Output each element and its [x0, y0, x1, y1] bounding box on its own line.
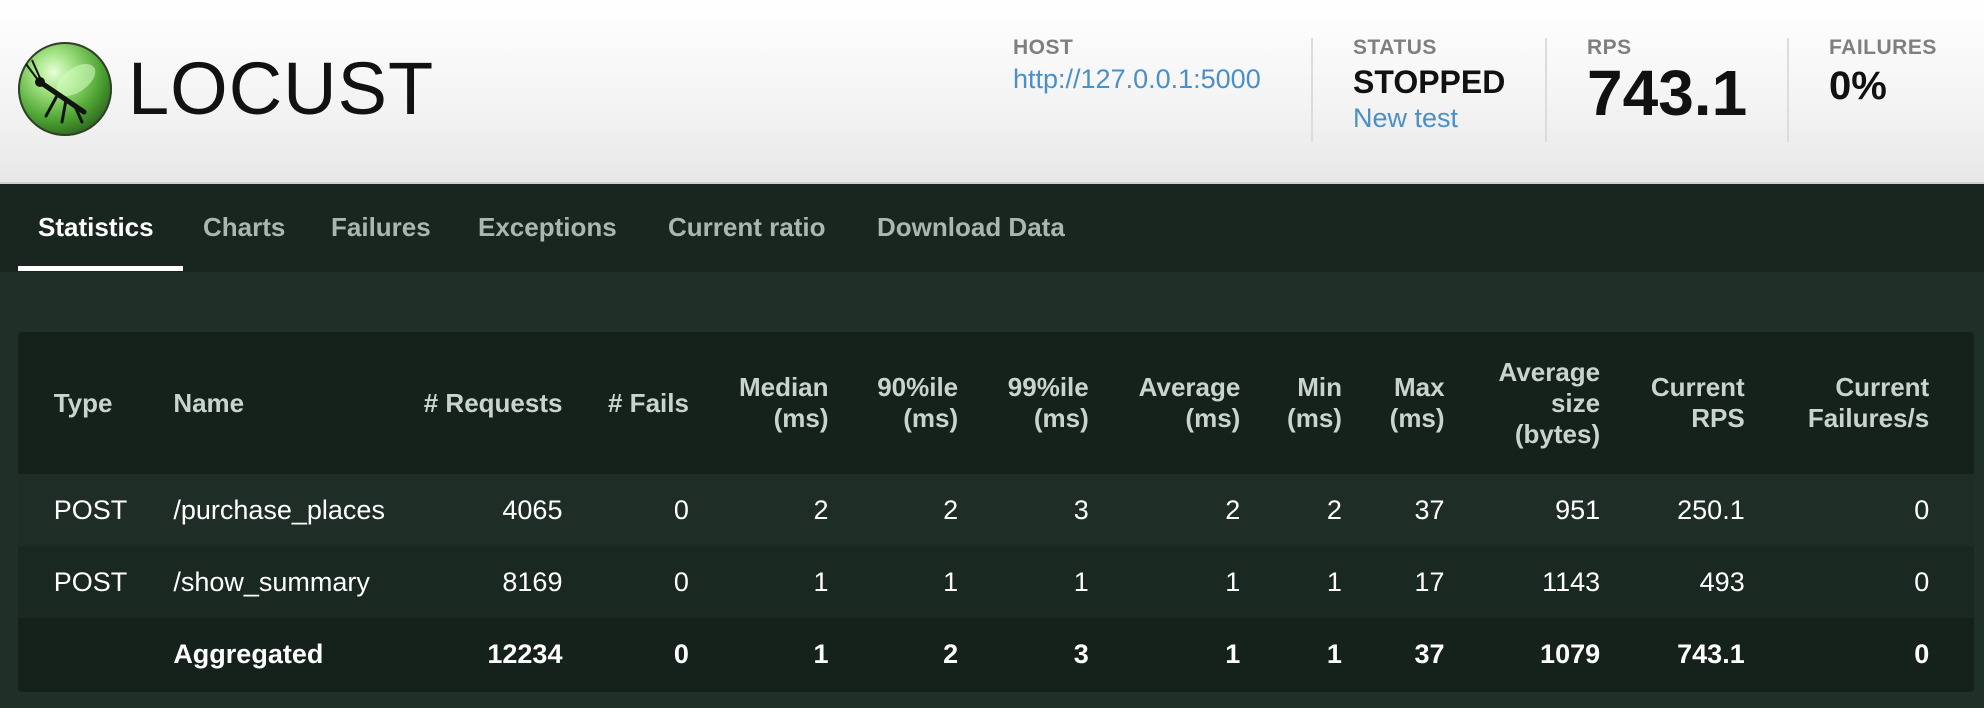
- cell-average-size: 951: [1444, 474, 1601, 546]
- col-header-90ile[interactable]: 90%ile (ms): [829, 332, 958, 474]
- header-divider: [1787, 38, 1789, 142]
- cell-requests: 12234: [384, 618, 563, 691]
- cell-current-rps: 743.1: [1600, 618, 1745, 691]
- col-header-max[interactable]: Max (ms): [1342, 332, 1445, 474]
- cell-99ile: 3: [958, 474, 1089, 546]
- col-header-current-rps[interactable]: Current RPS: [1600, 332, 1745, 474]
- locust-logo[interactable]: LOCUST: [18, 42, 434, 136]
- header-divider: [1545, 38, 1547, 142]
- col-header-average[interactable]: Average (ms): [1089, 332, 1241, 474]
- cell-average: 1: [1088, 618, 1241, 691]
- col-header-99ile[interactable]: 99%ile (ms): [958, 332, 1089, 474]
- tab-failures[interactable]: Failures: [331, 212, 431, 243]
- cell-min: 1: [1240, 618, 1342, 691]
- cell-requests: 4065: [384, 474, 563, 546]
- tab-charts[interactable]: Charts: [203, 212, 285, 243]
- host-link[interactable]: http://127.0.0.1:5000: [1013, 64, 1261, 95]
- logo-wordmark: LOCUST: [128, 47, 435, 130]
- col-header-average-size[interactable]: Average size (bytes): [1445, 332, 1600, 474]
- active-tab-indicator: [18, 266, 183, 271]
- failures-label: FAILURES: [1829, 36, 1937, 59]
- cell-name: /show_summary: [173, 546, 385, 618]
- table-header-row: Type Name # Requests # Fails Median (ms) …: [18, 332, 1974, 474]
- cell-average: 2: [1088, 474, 1241, 546]
- cell-max: 17: [1341, 546, 1445, 618]
- statistics-table: Type Name # Requests # Fails Median (ms) …: [18, 332, 1974, 691]
- cell-average: 1: [1088, 546, 1241, 618]
- cell-median: 1: [688, 618, 829, 691]
- table-row: POST /show_summary 8169 0 1 1 1 1 1 17 1…: [18, 546, 1974, 618]
- cell-requests: 8169: [384, 546, 563, 618]
- locust-logo-icon: [18, 42, 112, 136]
- cell-90ile: 2: [828, 474, 959, 546]
- cell-name: Aggregated: [173, 618, 385, 691]
- status-stat: STATUS STOPPED New test: [1353, 36, 1505, 134]
- cell-current-failures: 0: [1744, 618, 1930, 691]
- cell-max: 37: [1341, 618, 1445, 691]
- cell-fails: 0: [562, 474, 689, 546]
- table-row: POST /purchase_places 4065 0 2 2 3 2 2 3…: [18, 474, 1974, 546]
- cell-median: 1: [688, 546, 829, 618]
- failures-stat: FAILURES 0%: [1829, 36, 1937, 109]
- cell-90ile: 1: [828, 546, 959, 618]
- cell-fails: 0: [562, 618, 689, 691]
- cell-median: 2: [688, 474, 829, 546]
- statistics-panel: Type Name # Requests # Fails Median (ms) …: [18, 332, 1974, 692]
- cell-99ile: 1: [958, 546, 1089, 618]
- cell-99ile: 3: [958, 618, 1089, 691]
- cell-90ile: 2: [828, 618, 959, 691]
- col-header-median[interactable]: Median (ms): [689, 332, 829, 474]
- cell-max: 37: [1341, 474, 1445, 546]
- failures-value: 0%: [1829, 64, 1887, 108]
- cell-type: POST: [53, 474, 134, 546]
- host-stat: HOST http://127.0.0.1:5000: [1013, 36, 1261, 95]
- host-label: HOST: [1013, 36, 1074, 59]
- cell-current-failures: 0: [1744, 474, 1930, 546]
- col-header-min[interactable]: Min (ms): [1240, 332, 1342, 474]
- col-header-current-failures[interactable]: Current Failures/s: [1745, 332, 1929, 474]
- col-header-requests[interactable]: # Requests: [385, 332, 563, 474]
- cell-type: [53, 618, 134, 691]
- tab-download-data[interactable]: Download Data: [877, 212, 1065, 243]
- cell-current-rps: 493: [1600, 546, 1745, 618]
- status-label: STATUS: [1353, 36, 1437, 59]
- tab-exceptions[interactable]: Exceptions: [478, 212, 617, 243]
- cell-fails: 0: [562, 546, 689, 618]
- cell-average-size: 1079: [1444, 618, 1601, 691]
- col-header-type[interactable]: Type: [54, 332, 134, 474]
- tab-current-ratio[interactable]: Current ratio: [668, 212, 825, 243]
- tab-bar: Statistics Charts Failures Exceptions Cu…: [0, 184, 1984, 272]
- cell-name: /purchase_places: [173, 474, 385, 546]
- tab-statistics[interactable]: Statistics: [38, 212, 154, 243]
- cell-min: 1: [1240, 546, 1342, 618]
- header-divider: [1311, 38, 1313, 142]
- cell-current-rps: 250.1: [1600, 474, 1745, 546]
- cell-min: 2: [1240, 474, 1342, 546]
- rps-stat: RPS 743.1: [1587, 36, 1747, 127]
- top-header: LOCUST HOST http://127.0.0.1:5000 STATUS…: [0, 0, 1984, 184]
- col-header-name[interactable]: Name: [173, 332, 385, 474]
- aggregated-row: Aggregated 12234 0 1 2 3 1 1 37 1079 743…: [18, 618, 1974, 691]
- cell-type: POST: [53, 546, 134, 618]
- cell-average-size: 1143: [1444, 546, 1601, 618]
- cell-current-failures: 0: [1744, 546, 1930, 618]
- col-header-fails[interactable]: # Fails: [562, 332, 689, 474]
- new-test-link[interactable]: New test: [1353, 103, 1505, 134]
- rps-value: 743.1: [1587, 57, 1748, 129]
- status-value: STOPPED: [1353, 64, 1506, 100]
